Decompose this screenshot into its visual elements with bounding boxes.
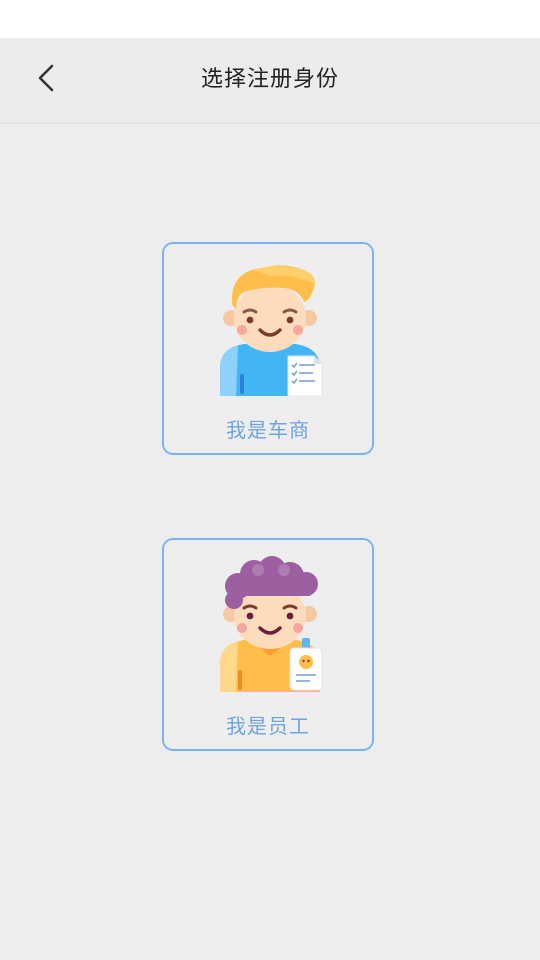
role-label-dealer: 我是车商 bbox=[226, 418, 310, 442]
role-card-dealer[interactable]: 我是车商 bbox=[162, 242, 374, 455]
status-bar bbox=[0, 0, 540, 38]
back-button[interactable] bbox=[22, 58, 70, 102]
dealer-avatar-icon bbox=[214, 260, 326, 397]
role-label-staff: 我是员工 bbox=[226, 714, 310, 738]
navigation-bar: 选择注册身份 bbox=[0, 38, 540, 124]
chevron-left-icon bbox=[34, 62, 58, 98]
page-title: 选择注册身份 bbox=[200, 67, 339, 92]
role-card-staff[interactable]: 我是员工 bbox=[162, 538, 374, 751]
staff-avatar-icon bbox=[214, 556, 326, 692]
